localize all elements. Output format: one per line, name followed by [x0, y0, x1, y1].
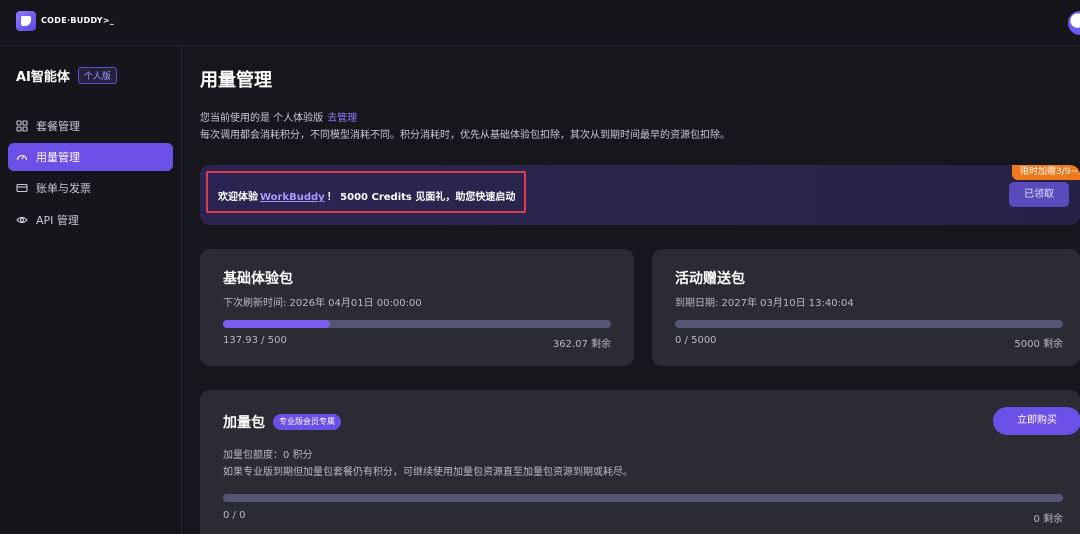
- grid-icon: [16, 120, 28, 132]
- promo-text-after: ！ 5000 Credits 见面礼，助您快速启动: [326, 192, 516, 203]
- used-label: 0 / 5000: [675, 335, 717, 346]
- logo-mark-icon: [16, 11, 36, 31]
- tier-badge: 个人版: [77, 67, 117, 84]
- sidebar-item-plan[interactable]: 套餐管理: [8, 112, 173, 140]
- manage-plan-link[interactable]: 去管理: [327, 113, 357, 124]
- addon-package-card: 加量包 专业版会员专属 立即购买 加量包额度：0 积分 如果专业版到期但加量包套…: [200, 390, 1080, 534]
- buy-now-button[interactable]: 立即购买: [993, 407, 1080, 435]
- eye-icon: [16, 214, 28, 226]
- sidebar-item-label: 账单与发票: [36, 182, 91, 195]
- progress-bar: [223, 494, 1063, 502]
- promo-text-before: 欢迎体验: [218, 192, 258, 203]
- remaining-label: 0 剩余: [1033, 514, 1063, 525]
- sidebar-item-label: 套餐管理: [36, 120, 80, 133]
- usage-description: 每次调用都会消耗积分，不同模型消耗不同。积分消耗时，优先从基础体验包扣除，其次从…: [200, 130, 730, 141]
- gauge-icon: [16, 151, 28, 163]
- sidebar-item-usage[interactable]: 用量管理: [8, 143, 173, 171]
- top-bar: CODE·BUDDY>_: [0, 0, 1080, 46]
- user-avatar[interactable]: [1068, 11, 1080, 35]
- card-title: 加量包: [223, 415, 265, 431]
- sidebar-item-label: 用量管理: [36, 151, 80, 164]
- basic-package-card: 基础体验包 下次刷新时间: 2026年 04月01日 00:00:00 137.…: [200, 249, 634, 366]
- used-label: 137.93 / 500: [223, 335, 287, 346]
- logo-text: CODE·BUDDY>_: [41, 16, 115, 25]
- promo-banner: 欢迎体验 WorkBuddy！ 5000 Credits 见面礼，助您快速启动 限…: [200, 165, 1080, 225]
- progress-fill: [223, 320, 331, 328]
- main-content: 用量管理 您当前使用的是 个人体验版 去管理 每次调用都会消耗积分，不同模型消耗不…: [182, 46, 1080, 534]
- claimed-button[interactable]: 已领取: [1009, 182, 1069, 207]
- used-label: 0 / 0: [223, 510, 246, 521]
- sidebar: AI智能体 个人版 套餐管理 用量管理 账单与发票 API 管理: [0, 46, 182, 534]
- addon-quota: 加量包额度：0 积分: [223, 450, 313, 461]
- codebuddy-logo[interactable]: CODE·BUDDY>_: [16, 11, 115, 31]
- addon-note: 如果专业版到期但加量包套餐仍有积分，可继续使用加量包资源直至加量包资源到期或耗尽…: [223, 467, 633, 478]
- card-title: 基础体验包: [223, 271, 293, 287]
- current-plan-line: 您当前使用的是 个人体验版 去管理: [200, 109, 357, 124]
- pro-member-badge: 专业版会员专属: [273, 414, 341, 430]
- current-plan-text: 您当前使用的是 个人体验版: [200, 113, 324, 124]
- sidebar-item-label: API 管理: [36, 214, 79, 227]
- agent-name: AI智能体: [16, 70, 70, 85]
- page-title: 用量管理: [200, 70, 272, 91]
- workbuddy-link[interactable]: WorkBuddy: [260, 192, 325, 203]
- card-title: 活动赠送包: [675, 271, 745, 287]
- gift-package-card: 活动赠送包 到期日期: 2027年 03月10日 13:40:04 0 / 50…: [652, 249, 1080, 366]
- limited-time-tag: 限时加赠3/9~3/31: [1012, 165, 1080, 180]
- sidebar-item-billing[interactable]: 账单与发票: [8, 174, 173, 202]
- card-icon: [16, 182, 28, 194]
- remaining-label: 5000 剩余: [1014, 339, 1063, 350]
- promo-text: 欢迎体验 WorkBuddy！ 5000 Credits 见面礼，助您快速启动: [218, 188, 515, 203]
- sidebar-item-api[interactable]: API 管理: [8, 206, 173, 234]
- progress-bar: [223, 320, 611, 328]
- refresh-time: 下次刷新时间: 2026年 04月01日 00:00:00: [223, 298, 422, 309]
- expiry-date: 到期日期: 2027年 03月10日 13:40:04: [675, 298, 854, 309]
- agent-title: AI智能体 个人版: [16, 66, 117, 85]
- progress-bar: [675, 320, 1063, 328]
- remaining-label: 362.07 剩余: [552, 339, 611, 350]
